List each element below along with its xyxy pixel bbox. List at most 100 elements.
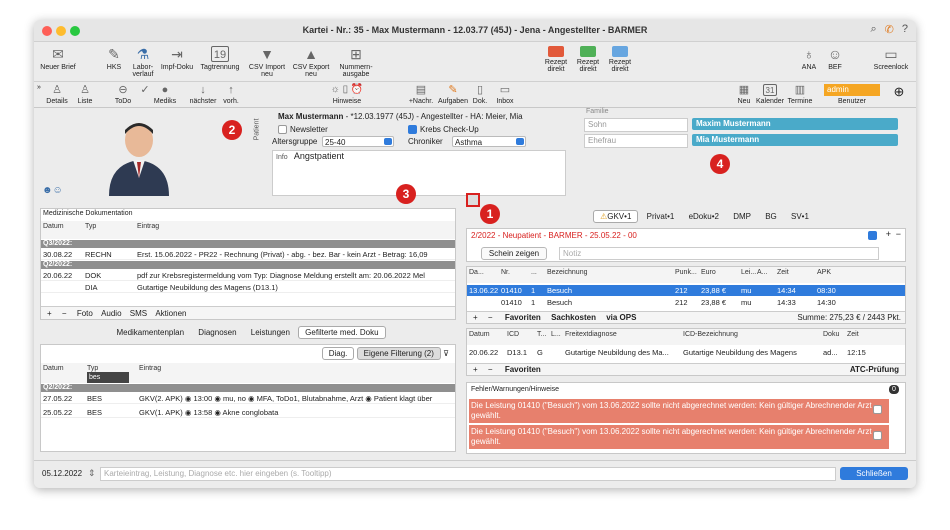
tab-gefilterte-doku[interactable]: Gefilterte med. Doku: [298, 326, 386, 339]
tab-leistungen[interactable]: Leistungen: [245, 327, 296, 338]
expand-icon[interactable]: »: [36, 84, 42, 91]
tagtrennung-button[interactable]: 19 Tagtrennung: [198, 46, 242, 71]
tab-sv[interactable]: SV•1: [785, 211, 815, 222]
mediks-button[interactable]: ● Mediks: [152, 84, 178, 105]
column-header: L...: [551, 331, 561, 338]
vorh-button[interactable]: ↑ vorh.: [218, 84, 244, 105]
table-row[interactable]: 20.06.22 DOK pdf zur Krebsregistermeldung …: [41, 270, 455, 281]
aufgaben-button[interactable]: ✎ Aufgaben: [438, 84, 468, 105]
aktionen-button[interactable]: Aktionen: [155, 309, 186, 318]
splitter-handle[interactable]: [466, 193, 480, 207]
foto-button[interactable]: Foto: [77, 309, 93, 318]
schein-remove-button[interactable]: −: [896, 229, 901, 239]
tab-bg[interactable]: BG: [759, 211, 783, 222]
rezept-direkt-1-button[interactable]: Rezept direkt: [542, 46, 570, 73]
diag-favoriten-button[interactable]: Favoriten: [505, 365, 541, 374]
warning-checkbox[interactable]: [873, 431, 882, 440]
diag-remove-button[interactable]: −: [488, 365, 493, 374]
sms-button[interactable]: SMS: [130, 309, 147, 318]
screenlock-button[interactable]: ▭ Screenlock: [870, 46, 912, 71]
atc-pruefung-button[interactable]: ATC-Prüfung: [850, 364, 899, 376]
schein-select-icon[interactable]: [868, 231, 877, 240]
dok-button[interactable]: ▯ Dok.: [470, 84, 490, 105]
csv-import-button[interactable]: ▼ CSV Import neu: [248, 46, 286, 78]
benutzer-button[interactable]: admin Benutzer: [824, 84, 880, 105]
table-row[interactable]: 27.05.22 BES GKV(2. APK) ◉ 13:00 ◉ mu, no …: [41, 393, 455, 404]
tab-diagnosen[interactable]: Diagnosen: [192, 327, 242, 338]
impf-doku-button[interactable]: ⇥ Impf-Doku: [160, 46, 194, 71]
date-field[interactable]: 05.12.2022: [42, 469, 82, 478]
altersgruppe-select[interactable]: 25-40: [322, 136, 394, 147]
table-row[interactable]: DIA Gutartige Neubildung des Magens (D13.…: [41, 282, 455, 293]
row-date: 30.08.22: [43, 250, 73, 259]
labor-button[interactable]: ⚗ Labor-verlauf: [128, 46, 158, 78]
rezept-direkt-3-button[interactable]: Rezept direkt: [606, 46, 634, 73]
newsletter-checkbox[interactable]: Newsletter: [278, 125, 328, 135]
search-icon[interactable]: ⌕: [870, 23, 876, 36]
diag-add-button[interactable]: +: [473, 365, 478, 374]
plus-document-icon: ⊞: [350, 46, 362, 62]
globe-icon[interactable]: ⊕: [890, 85, 908, 98]
tab-medikamentenplan[interactable]: Medikamentenplan: [110, 327, 190, 338]
remove-button[interactable]: −: [62, 309, 67, 318]
warning-checkbox[interactable]: [873, 405, 882, 414]
warning-item-1[interactable]: Die Leistung 01410 ("Besuch") vom 13.06.…: [469, 425, 889, 449]
date-stepper-icon[interactable]: ⇕: [88, 468, 96, 479]
bef-button[interactable]: ☺ BEF: [824, 46, 846, 71]
leist-remove-button[interactable]: −: [488, 313, 493, 322]
table-row[interactable]: 30.08.22 RECHN Erst. 15.06.2022 - PR22 - R…: [41, 249, 455, 260]
hks-button[interactable]: ✎ HKS: [102, 46, 126, 71]
column-header: ...: [531, 269, 537, 276]
tab-privat[interactable]: Privat•1: [641, 211, 681, 222]
chroniker-select[interactable]: Asthma: [452, 136, 526, 147]
nachricht-button[interactable]: ▤ +Nachr.: [406, 84, 436, 105]
tab-gkv[interactable]: ⚠GKV•1: [593, 210, 639, 223]
column-header: Datum: [469, 331, 490, 338]
tab-edoku[interactable]: eDoku•2: [683, 211, 725, 222]
hinweise-button[interactable]: ☼ ▯ ⏰ Hinweise: [322, 84, 372, 105]
family-member-1[interactable]: Mia Mustermann: [692, 134, 898, 146]
table-row[interactable]: 01410 1 Besuch 212 23,88 € mu 14:33 14:30: [467, 297, 905, 308]
favoriten-button[interactable]: Favoriten: [505, 313, 541, 322]
leist-add-button[interactable]: +: [473, 313, 478, 322]
diag-filter-button[interactable]: Diag.: [321, 347, 355, 360]
rezept-direkt-2-button[interactable]: Rezept direkt: [574, 46, 602, 73]
info-field[interactable]: Info Angstpatient: [272, 150, 566, 196]
naechster-button[interactable]: ↓ nächster: [186, 84, 220, 105]
todo-button[interactable]: ⊖ ToDo: [110, 84, 136, 105]
add-button[interactable]: +: [47, 309, 52, 318]
table-row[interactable]: 25.05.22 BES GKV(1. APK) ◉ 13:58 ◉ Akne co…: [41, 407, 455, 418]
sachkosten-button[interactable]: Sachkosten: [551, 313, 596, 322]
help-icon[interactable]: ?: [902, 23, 908, 36]
family-member-0[interactable]: Maxim Mustermann: [692, 118, 898, 130]
phone-icon[interactable]: ✆: [885, 23, 894, 36]
diagnose-row[interactable]: 20.06.22 D13.1 G Gutartige Neubildung des M…: [467, 347, 905, 358]
inbox-button[interactable]: ▭ Inbox: [494, 84, 516, 105]
entry-input[interactable]: Karteieintrag, Leistung, Diagnose etc. h…: [100, 467, 836, 481]
termine-button[interactable]: ▥ Termine: [786, 84, 814, 105]
filter-icon[interactable]: ⊽: [443, 349, 449, 358]
details-button[interactable]: ♙ Details: [44, 84, 70, 105]
schein-zeigen-button[interactable]: Schein zeigen: [481, 247, 547, 260]
eigene-filterung-button[interactable]: Eigene Filterung (2): [356, 347, 441, 360]
nummernausgabe-button[interactable]: ⊞ Nummern-ausgabe: [336, 46, 376, 78]
liste-button[interactable]: ♙ Liste: [72, 84, 98, 105]
schliessen-button[interactable]: Schließen: [840, 467, 908, 480]
krebs-checkup-checkbox[interactable]: Krebs Check-Up: [408, 125, 479, 135]
ana-button[interactable]: ♁ ANA: [798, 46, 820, 71]
tab-dmp[interactable]: DMP: [727, 211, 757, 222]
patient-avatar[interactable]: [104, 116, 174, 196]
kalender-button[interactable]: 31 Kalender: [756, 84, 784, 105]
audio-button[interactable]: Audio: [101, 309, 121, 318]
via-ops-button[interactable]: via OPS: [606, 313, 636, 322]
column-header: Nr.: [501, 269, 510, 276]
csv-export-button[interactable]: ▲ CSV Export neu: [292, 46, 330, 78]
neu-termin-button[interactable]: ▦ Neu: [734, 84, 754, 105]
smiley-icons[interactable]: ☻☺: [42, 185, 63, 196]
notiz-field[interactable]: Notiz: [559, 247, 879, 260]
table-row[interactable]: 13.06.22 01410 1 Besuch 212 23,88 € mu 14:34 08:…: [467, 285, 905, 296]
typ-filter-field[interactable]: bes: [87, 372, 129, 383]
new-letter-button[interactable]: ✉ Neuer Brief: [38, 46, 78, 71]
schein-add-button[interactable]: +: [886, 229, 891, 239]
warning-item-0[interactable]: Die Leistung 01410 ("Besuch") vom 13.06.…: [469, 399, 889, 423]
